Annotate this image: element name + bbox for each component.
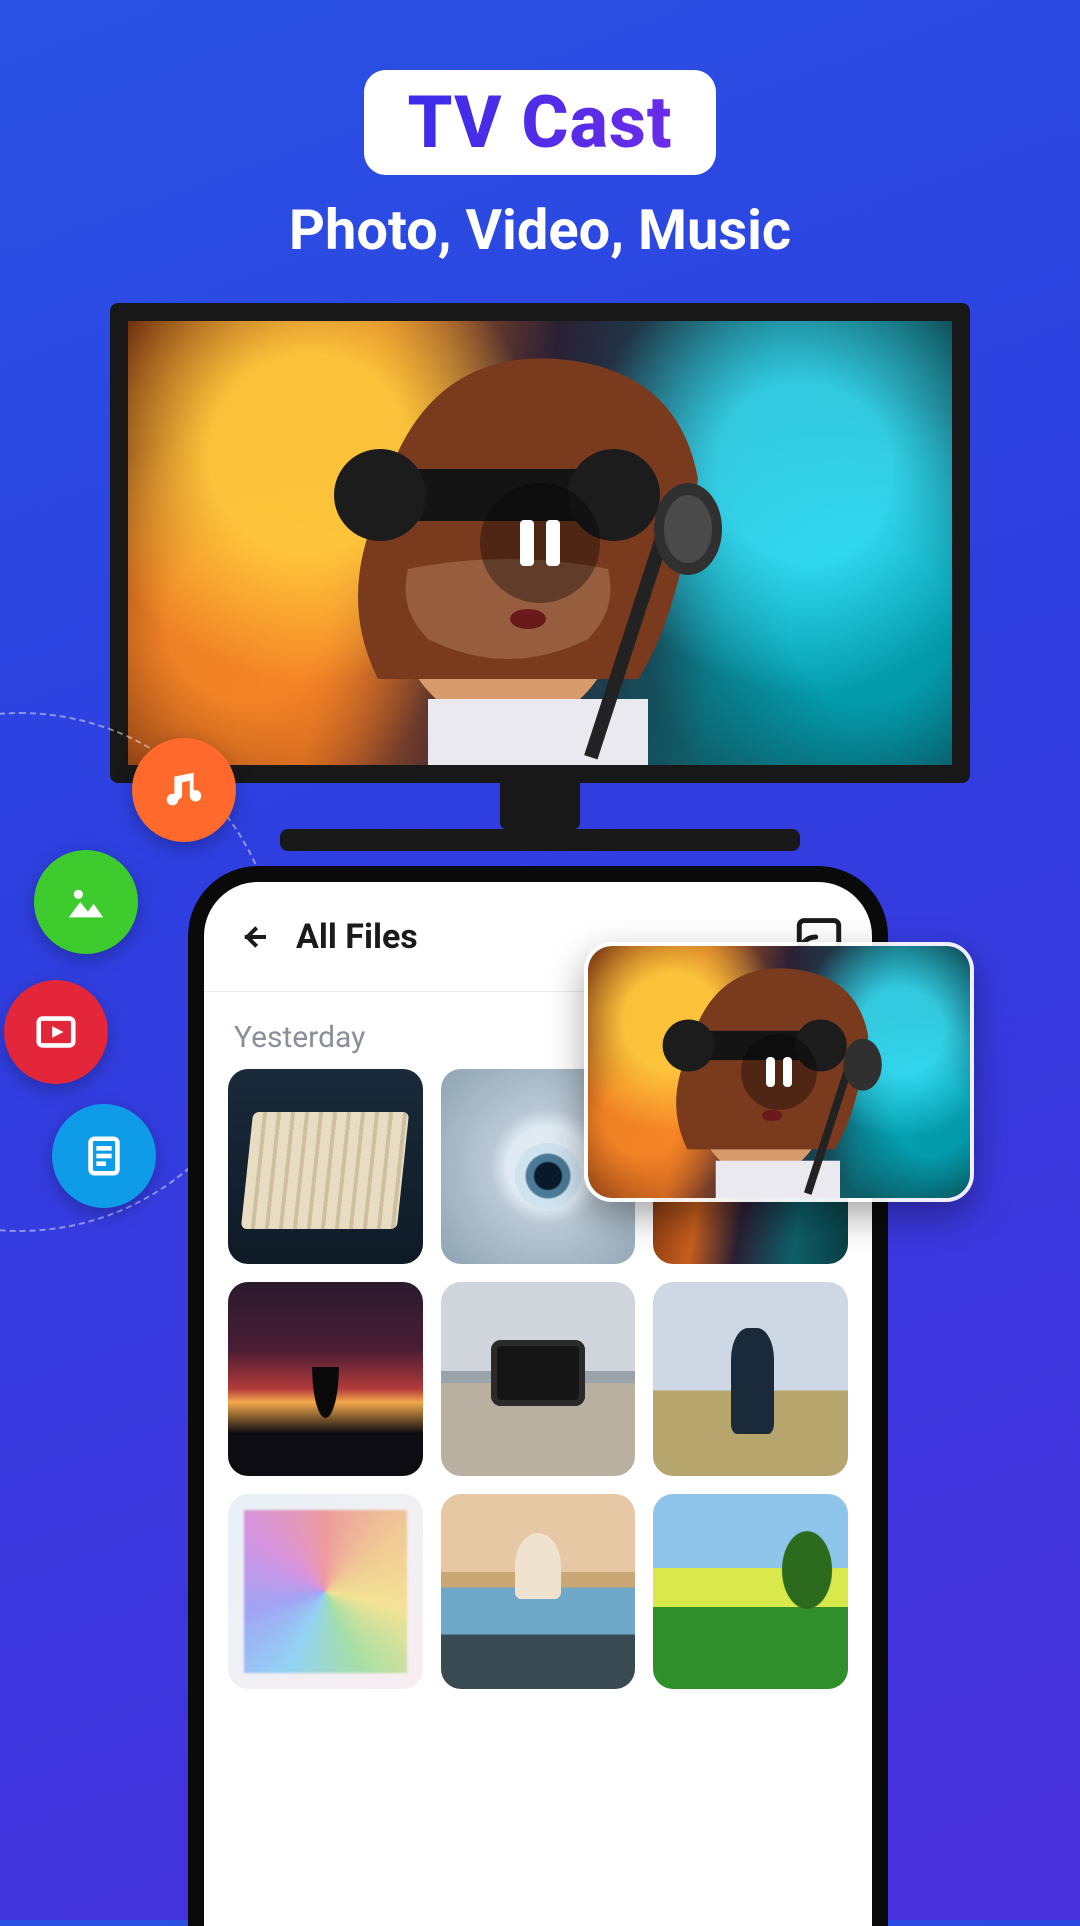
badge-text: TV Cast — [408, 80, 673, 165]
tv-base — [280, 829, 800, 851]
badge-tv-cast: TV Cast — [364, 70, 717, 175]
back-button[interactable] — [234, 917, 274, 957]
media-tile[interactable] — [653, 1282, 848, 1477]
media-tile[interactable] — [228, 1069, 423, 1264]
arrow-left-icon — [238, 921, 270, 953]
media-tile[interactable] — [441, 1494, 636, 1689]
subtitle: Photo, Video, Music — [0, 197, 1080, 263]
media-tile[interactable] — [441, 1282, 636, 1477]
pause-icon — [480, 483, 600, 603]
promo-header: TV Cast Photo, Video, Music — [0, 0, 1080, 263]
pause-icon — [741, 1034, 817, 1110]
tv-device — [110, 303, 970, 851]
tv-screen — [110, 303, 970, 783]
document-icon — [52, 1104, 156, 1208]
photo-icon — [34, 850, 138, 954]
media-tile[interactable] — [228, 1282, 423, 1477]
media-tile[interactable] — [228, 1494, 423, 1689]
media-tile[interactable] — [653, 1494, 848, 1689]
video-icon — [4, 980, 108, 1084]
tv-neck — [500, 783, 580, 829]
casting-preview-card[interactable] — [584, 942, 974, 1202]
